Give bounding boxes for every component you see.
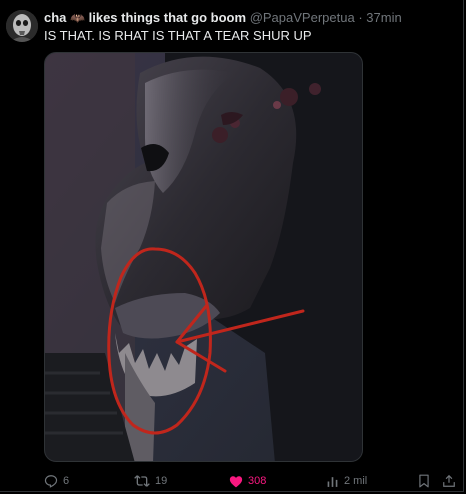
reply-button[interactable]: 6 bbox=[44, 472, 69, 490]
reply-count: 6 bbox=[63, 475, 70, 487]
bookmark-icon bbox=[419, 474, 429, 488]
timestamp[interactable]: 37min bbox=[366, 10, 401, 25]
avatar[interactable] bbox=[6, 10, 38, 42]
user-handle[interactable]: @PapaVPerpetua bbox=[250, 10, 355, 25]
bat-emoji: 🦇 bbox=[70, 11, 85, 25]
header-separator: · bbox=[358, 10, 363, 25]
share-button[interactable] bbox=[442, 472, 456, 490]
tweet-text: IS THAT. IS RHAT IS THAT A TEAR SHUR UP bbox=[44, 28, 312, 43]
bookmark-button[interactable] bbox=[418, 472, 430, 490]
display-name[interactable]: cha 🦇 likes things that go boom bbox=[44, 10, 246, 25]
retweet-count: 19 bbox=[155, 475, 168, 487]
heart-filled-icon bbox=[229, 475, 243, 487]
like-count: 308 bbox=[248, 475, 267, 487]
bar-chart-icon bbox=[327, 476, 338, 487]
views-button[interactable]: 2 mil bbox=[326, 472, 367, 490]
tweet-header: cha 🦇 likes things that go boom @PapaVPe… bbox=[44, 10, 457, 26]
share-upload-icon bbox=[443, 474, 455, 487]
tweet-image[interactable] bbox=[44, 52, 363, 462]
action-bar: 6 19 308 2 mil bbox=[44, 472, 455, 490]
tweet-card: cha 🦇 likes things that go boom @PapaVPe… bbox=[0, 0, 464, 492]
speech-bubble-icon bbox=[44, 475, 58, 488]
retweet-arrows-icon bbox=[134, 475, 150, 487]
retweet-button[interactable]: 19 bbox=[134, 472, 167, 490]
like-button[interactable]: 308 bbox=[229, 472, 266, 490]
view-count: 2 mil bbox=[344, 475, 368, 487]
